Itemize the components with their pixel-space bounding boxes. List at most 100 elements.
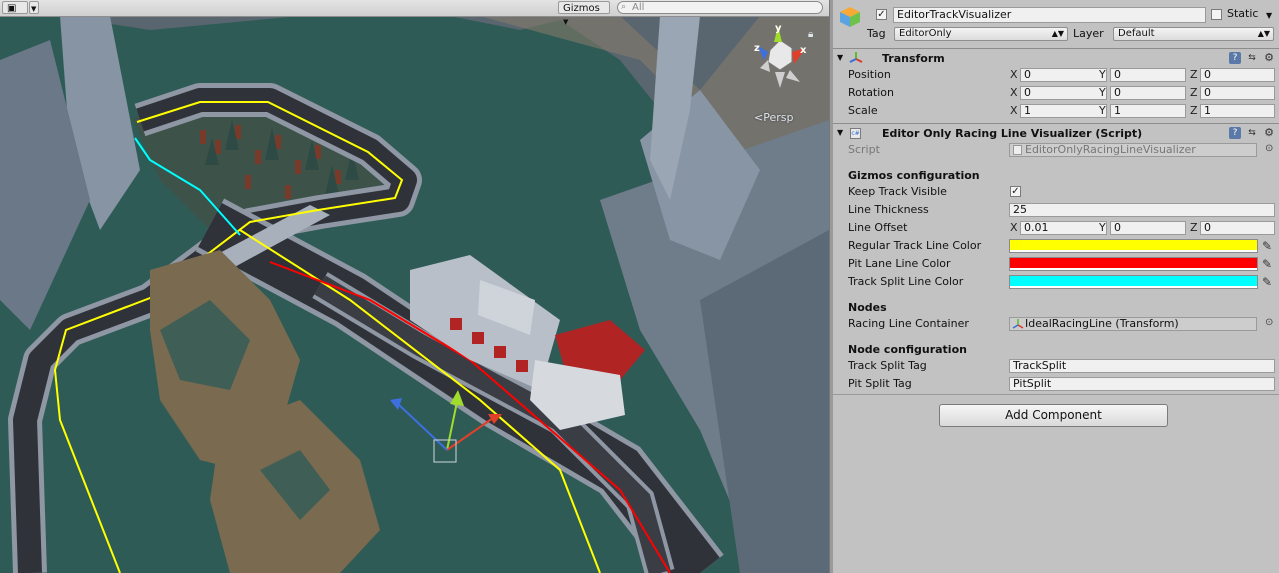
line-offset-x-field[interactable]: 0.01 (1020, 221, 1107, 235)
track-split-color-label: Track Split Line Color (848, 275, 964, 288)
script-field: EditorOnlyRacingLineVisualizer (1009, 143, 1257, 157)
node-config-heading: Node configuration (848, 343, 967, 356)
track-split-color-field[interactable] (1009, 275, 1258, 289)
transform-icon (849, 51, 863, 65)
search-icon: ⌕ (621, 2, 627, 12)
position-label: Position (848, 68, 891, 81)
object-picker-icon[interactable]: ⊙ (1265, 143, 1273, 154)
pit-lane-color-label: Pit Lane Line Color (848, 257, 951, 270)
script-label: Script (848, 143, 880, 156)
object-name-field[interactable]: EditorTrackVisualizer (893, 7, 1206, 23)
eyedropper-icon[interactable]: ✎ (1260, 275, 1274, 289)
rotation-z-field[interactable]: 0 (1200, 86, 1275, 100)
gameobject-icon (838, 5, 862, 29)
racing-line-container-label: Racing Line Container (848, 317, 969, 330)
rotation-label: Rotation (848, 86, 895, 99)
racing-line-container-field[interactable]: IdealRacingLine (Transform) (1009, 317, 1257, 331)
position-z-field[interactable]: 0 (1200, 68, 1275, 82)
scale-z-field[interactable]: 1 (1200, 104, 1275, 118)
script-icon: c# (850, 128, 861, 139)
layer-label: Layer (1073, 27, 1104, 40)
component-separator (833, 394, 1279, 395)
rotation-x-field[interactable]: 0 (1020, 86, 1107, 100)
line-offset-y-field[interactable]: 0 (1110, 221, 1186, 235)
foldout-arrow-icon[interactable]: ▼ (837, 128, 843, 137)
nodes-heading: Nodes (848, 301, 887, 314)
object-picker-icon[interactable]: ⊙ (1265, 317, 1273, 328)
axis-z-label: Z (1190, 221, 1198, 234)
script-value: EditorOnlyRacingLineVisualizer (1025, 143, 1196, 156)
gear-icon[interactable]: ⚙ (1263, 52, 1275, 64)
search-input[interactable]: ⌕ All (617, 1, 823, 14)
scene-view[interactable]: ▣ ▼ Gizmos ▼ ⌕ All y x z 🔒︎ <Persp (0, 0, 829, 573)
orientation-x-label: x (800, 45, 807, 56)
line-thickness-label: Line Thickness (848, 203, 929, 216)
tag-dropdown[interactable]: EditorOnly ▲▼ (894, 27, 1068, 41)
orientation-z-label: z (754, 43, 760, 54)
dropdown-arrow-icon: ▲▼ (1257, 29, 1270, 38)
gizmos-dropdown[interactable]: Gizmos ▼ (558, 1, 610, 26)
toolbar-menu-button[interactable]: ▼ (29, 1, 39, 14)
static-checkbox[interactable] (1211, 9, 1222, 20)
foldout-arrow-icon[interactable]: ▼ (837, 53, 843, 62)
axis-y-label: Y (1099, 221, 1106, 234)
scale-y-field[interactable]: 1 (1110, 104, 1186, 118)
scale-x-field[interactable]: 1 (1020, 104, 1107, 118)
add-component-button[interactable]: Add Component (939, 404, 1168, 427)
scene-toolbar: ▣ ▼ Gizmos ▼ ⌕ All (0, 0, 829, 26)
perspective-icon: < (754, 111, 764, 124)
script-component-title: Editor Only Racing Line Visualizer (Scri… (882, 127, 1143, 140)
script-component-header[interactable]: ▼ c# Editor Only Racing Line Visualizer … (833, 123, 1279, 142)
pit-split-tag-label: Pit Split Tag (848, 377, 912, 390)
active-checkbox[interactable]: ✓ (876, 9, 887, 20)
script-file-icon (1013, 145, 1022, 155)
preset-icon[interactable]: ⇆ (1246, 127, 1258, 139)
rotation-y-field[interactable]: 0 (1110, 86, 1186, 100)
tag-label: Tag (867, 27, 886, 40)
chevron-down-icon: ▼ (563, 18, 569, 26)
axis-z-label: Z (1190, 68, 1198, 81)
racing-line-container-value: IdealRacingLine (Transform) (1025, 317, 1179, 330)
line-offset-z-field[interactable]: 0 (1200, 221, 1275, 235)
position-y-field[interactable]: 0 (1110, 68, 1186, 82)
scene-canvas[interactable] (0, 16, 829, 573)
layer-value: Default (1118, 28, 1155, 39)
inspector-panel: ✓ EditorTrackVisualizer Static ▼ Tag Edi… (833, 0, 1279, 573)
render-mode-dropdown[interactable]: ▣ (2, 1, 28, 14)
pit-split-tag-field[interactable]: PitSplit (1009, 377, 1275, 391)
preset-icon[interactable]: ⇆ (1246, 52, 1258, 64)
line-offset-label: Line Offset (848, 221, 908, 234)
gizmos-label: Gizmos (563, 3, 600, 14)
search-placeholder: All (632, 2, 645, 13)
axis-z-label: Z (1190, 86, 1198, 99)
regular-track-color-field[interactable] (1009, 239, 1258, 253)
keep-track-visible-checkbox[interactable]: ✓ (1010, 186, 1021, 197)
image-icon: ▣ (7, 3, 17, 14)
track-split-tag-label: Track Split Tag (848, 359, 927, 372)
dropdown-arrow-icon: ▲▼ (1051, 29, 1064, 38)
track-split-tag-field[interactable]: TrackSplit (1009, 359, 1275, 373)
orientation-y-label: y (775, 23, 782, 34)
axis-x-label: X (1010, 86, 1018, 99)
axis-y-label: Y (1099, 104, 1106, 117)
position-x-field[interactable]: 0 (1020, 68, 1107, 82)
lock-icon[interactable]: 🔒︎ (808, 29, 813, 40)
gear-icon[interactable]: ⚙ (1263, 127, 1275, 139)
transform-title: Transform (882, 52, 945, 65)
layer-dropdown[interactable]: Default ▲▼ (1113, 27, 1274, 41)
transform-header[interactable]: ▼ Transform ? ⇆ ⚙ (833, 48, 1279, 67)
help-icon[interactable]: ? (1229, 127, 1241, 139)
help-icon[interactable]: ? (1229, 52, 1241, 64)
keep-track-visible-label: Keep Track Visible (848, 185, 947, 198)
eyedropper-icon[interactable]: ✎ (1260, 257, 1274, 271)
eyedropper-icon[interactable]: ✎ (1260, 239, 1274, 253)
line-thickness-field[interactable]: 25 (1009, 203, 1275, 217)
chevron-down-icon: ▼ (31, 5, 37, 13)
chevron-down-icon[interactable]: ▼ (1266, 11, 1272, 20)
pit-lane-color-field[interactable] (1009, 257, 1258, 271)
axis-x-label: X (1010, 68, 1018, 81)
scale-label: Scale (848, 104, 878, 117)
regular-track-color-label: Regular Track Line Color (848, 239, 982, 252)
projection-toggle[interactable]: <Persp (754, 111, 793, 124)
axis-y-label: Y (1099, 86, 1106, 99)
